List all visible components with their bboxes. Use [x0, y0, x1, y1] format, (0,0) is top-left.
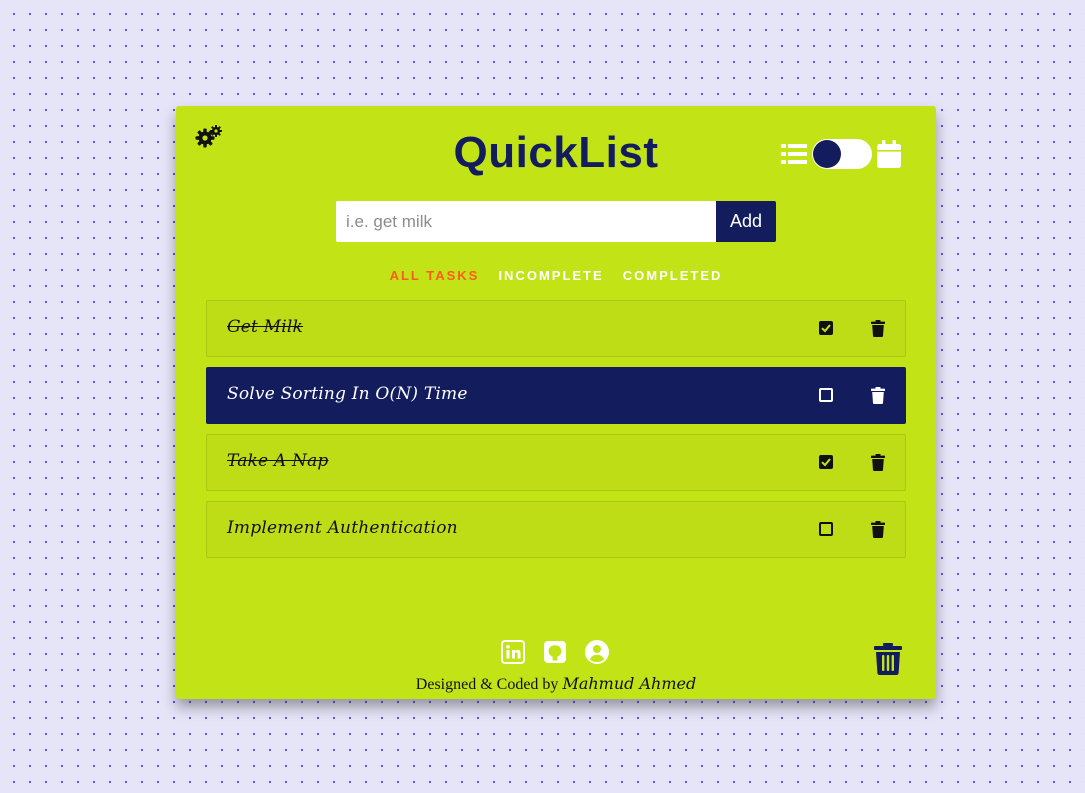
tab-completed[interactable]: COMPLETED: [623, 268, 723, 283]
task-list: Get Milk Solve Sorting In O(N) Time Take…: [206, 300, 906, 568]
credit-prefix: Designed & Coded by: [415, 676, 559, 693]
task-item[interactable]: Take A Nap: [206, 434, 906, 491]
task-input[interactable]: [336, 201, 716, 242]
task-text: Take A Nap: [227, 451, 329, 471]
github-icon[interactable]: [543, 640, 567, 664]
linkedin-icon[interactable]: [501, 640, 525, 664]
toggle-knob: [813, 140, 841, 168]
trash-icon[interactable]: [871, 521, 885, 538]
add-button[interactable]: Add: [716, 201, 776, 242]
checkbox-empty-icon[interactable]: [819, 522, 833, 536]
checkbox-checked-icon[interactable]: [819, 321, 833, 335]
trash-icon[interactable]: [871, 454, 885, 471]
trash-icon[interactable]: [871, 320, 885, 337]
list-icon[interactable]: [781, 142, 807, 166]
task-text: Get Milk: [227, 317, 304, 337]
task-text: Implement Authentication: [227, 518, 458, 538]
task-text: Solve Sorting In O(N) Time: [227, 384, 468, 404]
trash-icon[interactable]: [871, 387, 885, 404]
task-item[interactable]: Implement Authentication: [206, 501, 906, 558]
calendar-icon[interactable]: [877, 140, 901, 168]
tab-all-tasks[interactable]: ALL TASKS: [390, 268, 480, 283]
social-links: [501, 640, 609, 664]
checkbox-empty-icon[interactable]: [819, 388, 833, 402]
author-link[interactable]: Mahmud Ahmed: [562, 674, 696, 693]
trash-can-icon[interactable]: [874, 643, 902, 675]
tab-incomplete[interactable]: INCOMPLETE: [498, 268, 603, 283]
view-toggle[interactable]: [812, 139, 872, 169]
filter-tabs: ALL TASKS INCOMPLETE COMPLETED: [176, 265, 936, 284]
checkbox-checked-icon[interactable]: [819, 455, 833, 469]
user-circle-icon[interactable]: [585, 640, 609, 664]
add-task-form: Add: [336, 201, 776, 242]
view-switch: [781, 139, 901, 169]
footer-credit: Designed & Coded by Mahmud Ahmed: [176, 674, 936, 694]
quicklist-card: QuickList Add AL: [176, 106, 936, 699]
task-item[interactable]: Get Milk: [206, 300, 906, 357]
task-item[interactable]: Solve Sorting In O(N) Time: [206, 367, 906, 424]
